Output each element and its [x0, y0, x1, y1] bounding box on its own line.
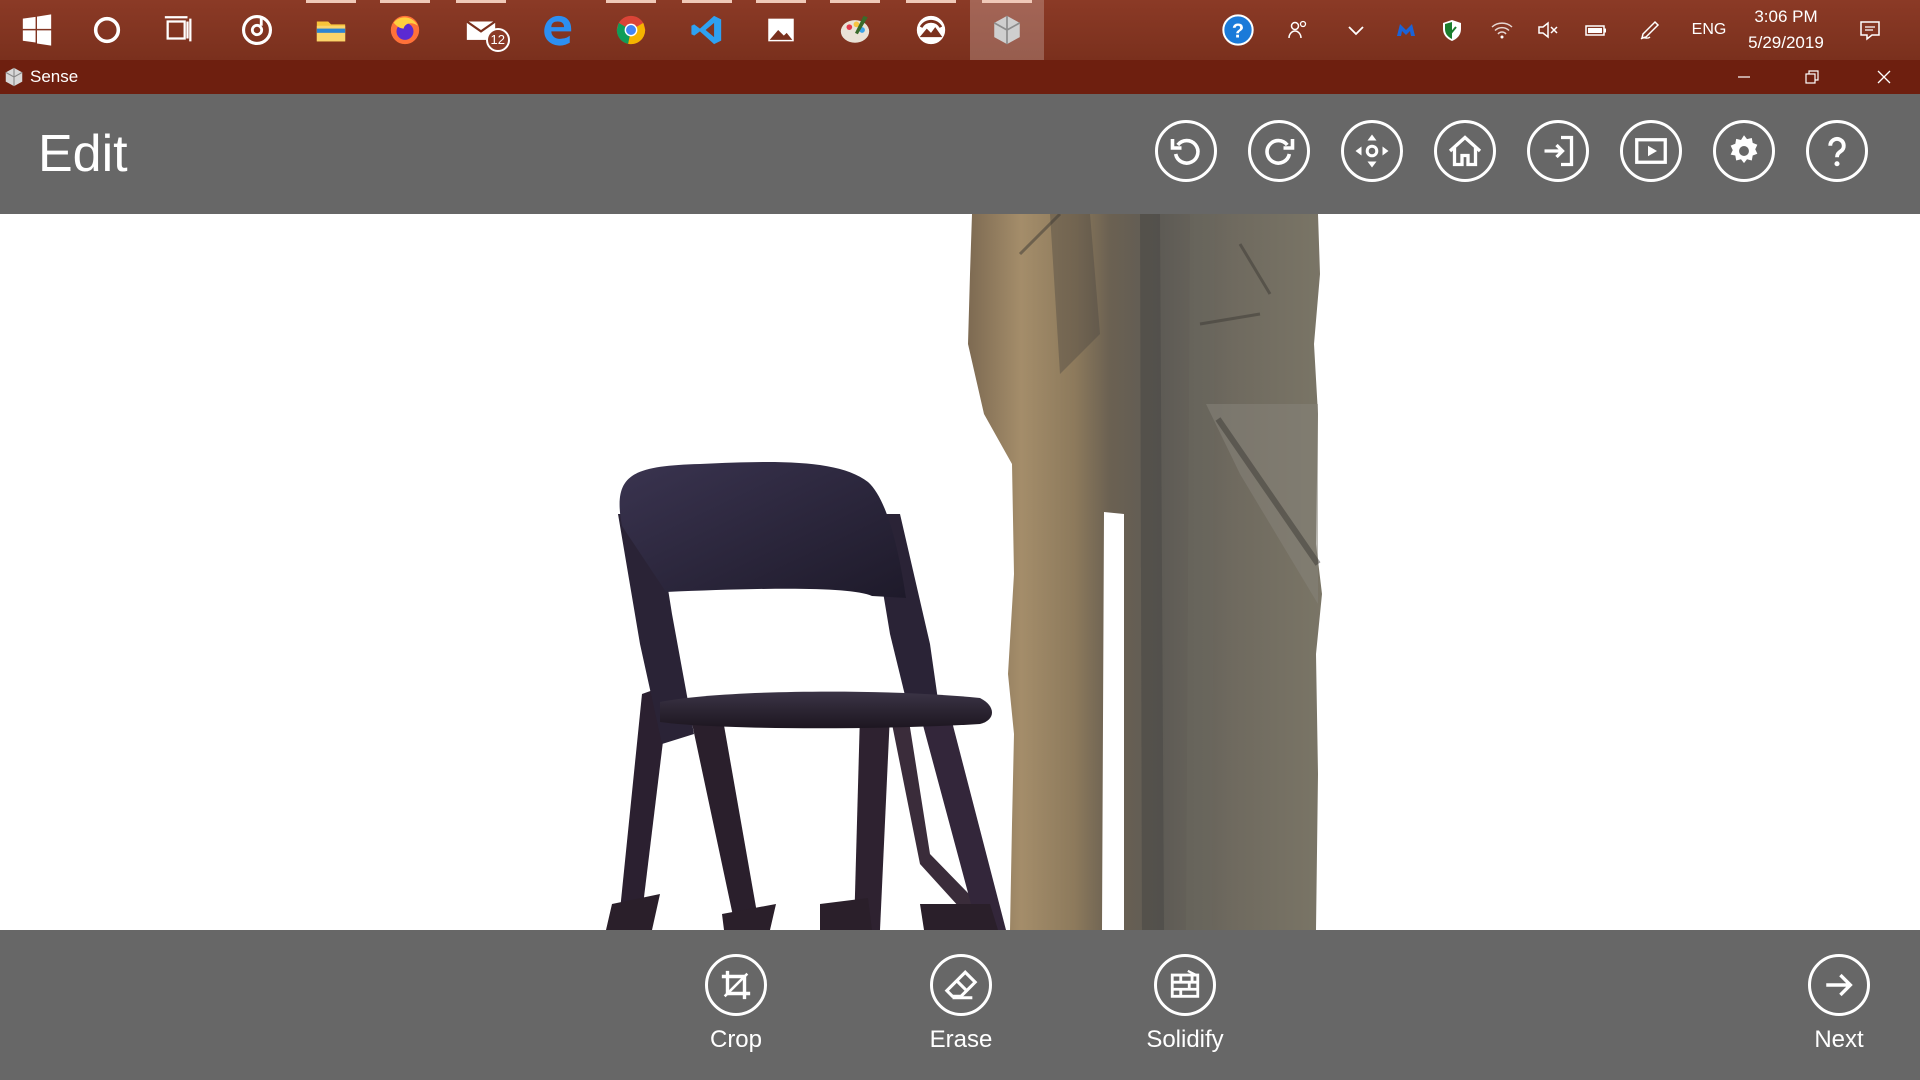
- crop-button-circle[interactable]: [705, 954, 767, 1016]
- erase-button[interactable]: Erase: [896, 954, 1026, 1054]
- sense-app-icon[interactable]: [970, 0, 1044, 60]
- tool-bar: Crop Erase Solidify Next: [0, 930, 1920, 1080]
- solidify-button[interactable]: Solidify: [1120, 954, 1250, 1054]
- settings-icon: [1730, 135, 1758, 164]
- task-view-icon[interactable]: [142, 0, 216, 60]
- pillar-mesh: [968, 214, 1322, 930]
- action-center-icon[interactable]: [1850, 0, 1890, 60]
- eraser-icon: [944, 970, 978, 1000]
- clock[interactable]: 3:06 PM 5/29/2019: [1730, 4, 1842, 56]
- scanned-model[interactable]: [0, 214, 1920, 930]
- next-button-circle[interactable]: [1808, 954, 1870, 1016]
- settings-button[interactable]: [1713, 120, 1775, 182]
- redo-icon: [1265, 138, 1295, 165]
- crop-button[interactable]: Crop: [671, 954, 801, 1054]
- next-button[interactable]: Next: [1774, 954, 1904, 1054]
- solidify-bricks-icon: [1170, 969, 1200, 998]
- window-titlebar[interactable]: Sense: [0, 60, 1920, 94]
- home-icon: [1448, 135, 1482, 167]
- malwarebytes-icon[interactable]: [1386, 0, 1426, 60]
- paint-3d-icon[interactable]: [818, 0, 892, 60]
- import-button[interactable]: [1527, 120, 1589, 182]
- next-label: Next: [1814, 1026, 1864, 1053]
- windows-start-icon[interactable]: [0, 0, 74, 60]
- redo-button[interactable]: [1248, 120, 1310, 182]
- security-shield-icon[interactable]: [1432, 0, 1472, 60]
- sense-logo-icon: [5, 67, 23, 87]
- solidify-button-circle[interactable]: [1154, 954, 1216, 1016]
- help-button[interactable]: [1806, 120, 1868, 182]
- help-tray-icon[interactable]: ?: [1216, 0, 1260, 60]
- erase-label: Erase: [929, 1026, 993, 1053]
- chevron-up-icon[interactable]: [1336, 0, 1376, 60]
- home-button[interactable]: [1434, 120, 1496, 182]
- app-header: Edit: [0, 94, 1920, 214]
- import-icon: [1544, 135, 1574, 167]
- restore-icon: [1805, 70, 1819, 84]
- pen-workspace-icon[interactable]: [1630, 0, 1670, 60]
- close-button[interactable]: [1850, 60, 1918, 94]
- file-explorer-icon[interactable]: [294, 0, 368, 60]
- firefox-icon[interactable]: [368, 0, 442, 60]
- photos-icon[interactable]: [744, 0, 818, 60]
- restore-button[interactable]: [1778, 60, 1846, 94]
- window-title: Sense: [30, 67, 79, 86]
- volume-muted-icon[interactable]: [1528, 0, 1568, 60]
- undo-button[interactable]: [1155, 120, 1217, 182]
- vscode-icon[interactable]: [670, 0, 744, 60]
- groove-music-icon[interactable]: [220, 0, 294, 60]
- scan-viewport[interactable]: [0, 214, 1920, 930]
- language-label: ENG: [1691, 21, 1727, 38]
- people-icon[interactable]: [1276, 0, 1320, 60]
- chair-mesh: [606, 461, 1006, 930]
- minimize-button[interactable]: [1710, 60, 1778, 94]
- chrome-icon[interactable]: [594, 0, 668, 60]
- play-icon: [1635, 138, 1667, 164]
- mail-unread-badge: 12: [485, 28, 510, 52]
- mail-icon[interactable]: 12: [444, 0, 518, 60]
- minimize-icon: [1738, 76, 1750, 78]
- solidify-label: Solidify: [1146, 1026, 1224, 1053]
- edge-icon[interactable]: [520, 0, 594, 60]
- play-button[interactable]: [1620, 120, 1682, 182]
- move-button[interactable]: [1341, 120, 1403, 182]
- erase-button-circle[interactable]: [930, 954, 992, 1016]
- move-icon: [1355, 134, 1389, 168]
- clock-time: 3:06 PM: [1754, 7, 1818, 26]
- cortana-icon[interactable]: [70, 0, 144, 60]
- svg-text:?: ?: [1232, 20, 1244, 42]
- close-icon: [1877, 70, 1891, 84]
- crop-label: Crop: [709, 1026, 763, 1053]
- clock-date: 5/29/2019: [1748, 33, 1824, 52]
- wifi-icon[interactable]: [1482, 0, 1522, 60]
- crop-icon: [721, 970, 751, 1000]
- battery-icon[interactable]: [1576, 0, 1616, 60]
- page-title: Edit: [38, 125, 128, 183]
- windows-taskbar: 12 ? ENG 3:06 PM 5/29/2019: [0, 0, 1920, 60]
- camera-app-icon[interactable]: [894, 0, 968, 60]
- help-icon: [1828, 137, 1846, 167]
- arrow-right-icon: [1826, 973, 1853, 997]
- undo-icon: [1170, 138, 1200, 165]
